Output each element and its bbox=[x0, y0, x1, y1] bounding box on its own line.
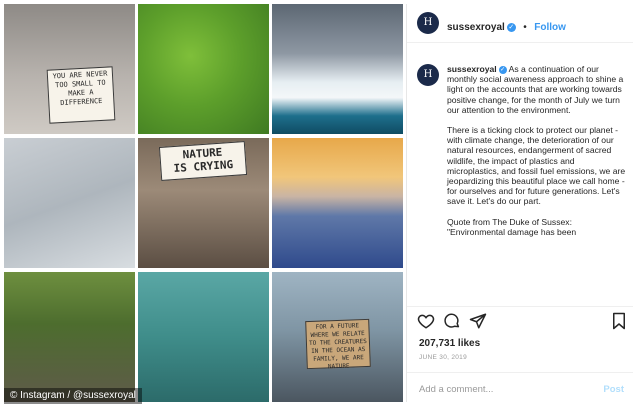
divider bbox=[407, 372, 633, 373]
caption-paragraph-2: There is a ticking clock to protect our … bbox=[447, 125, 626, 207]
comment-input[interactable]: Add a comment... bbox=[419, 384, 493, 395]
avatar[interactable]: H bbox=[417, 12, 439, 34]
photo-aerial-herd[interactable] bbox=[138, 4, 269, 134]
caption-text: sussexroyal ✓ As a continuation of our mo… bbox=[447, 64, 628, 247]
caption-username-link[interactable]: sussexroyal bbox=[447, 64, 497, 74]
follow-button[interactable]: Follow bbox=[534, 22, 566, 33]
post-date[interactable]: JUNE 30, 2019 bbox=[419, 354, 467, 361]
username-link[interactable]: sussexroyal bbox=[447, 22, 505, 33]
caption-avatar[interactable]: H bbox=[417, 64, 439, 86]
photo-penguins-iceberg[interactable] bbox=[272, 4, 403, 134]
sign-never-too-small: YOU ARE NEVER TOO SMALL TO MAKE A DIFFER… bbox=[46, 66, 116, 124]
bookmark-icon[interactable] bbox=[611, 312, 627, 335]
caption-paragraph-3: Quote from The Duke of Sussex: "Environm… bbox=[447, 216, 577, 237]
heart-icon[interactable] bbox=[417, 312, 435, 335]
photo-plastic-bottles[interactable] bbox=[4, 138, 135, 268]
photo-nature-is-crying[interactable]: NATURE IS CRYING bbox=[138, 138, 269, 268]
verified-badge-icon: ✓ bbox=[506, 23, 516, 32]
photo-child-with-sign[interactable]: YOU ARE NEVER TOO SMALL TO MAKE A DIFFER… bbox=[4, 4, 135, 134]
share-icon[interactable] bbox=[469, 312, 487, 335]
instagram-post: YOU ARE NEVER TOO SMALL TO MAKE A DIFFER… bbox=[0, 0, 634, 406]
sign-nature-is-crying: NATURE IS CRYING bbox=[158, 141, 248, 181]
image-grid[interactable]: YOU ARE NEVER TOO SMALL TO MAKE A DIFFER… bbox=[4, 4, 404, 402]
post-comment-button[interactable]: Post bbox=[603, 384, 624, 395]
photo-sea-turtle[interactable] bbox=[138, 272, 269, 402]
comment-icon[interactable] bbox=[443, 312, 461, 335]
sign-we-are-nature: FOR A FUTURE WHERE WE RELATE TO THE CREA… bbox=[305, 318, 371, 370]
post-header: H sussexroyal ✓ • Follow bbox=[407, 4, 633, 43]
action-bar bbox=[417, 312, 627, 332]
divider bbox=[407, 306, 633, 307]
caption-paragraph-1: sussexroyal ✓ As a continuation of our mo… bbox=[447, 64, 628, 115]
instagram-watermark: © Instagram / @sussexroyal bbox=[4, 388, 142, 404]
header-user-line: sussexroyal ✓ • Follow bbox=[447, 17, 566, 35]
photo-woman-with-sign[interactable]: FOR A FUTURE WHERE WE RELATE TO THE CREA… bbox=[272, 272, 403, 402]
photo-schoolchildren[interactable] bbox=[4, 272, 135, 402]
likes-count[interactable]: 207,731 likes bbox=[419, 338, 480, 349]
verified-badge-icon: ✓ bbox=[498, 66, 507, 74]
post-side-panel: H sussexroyal ✓ • Follow H sussexroyal ✓ A… bbox=[406, 4, 633, 402]
photo-couple-on-ice[interactable] bbox=[272, 138, 403, 268]
separator-dot: • bbox=[523, 22, 527, 33]
